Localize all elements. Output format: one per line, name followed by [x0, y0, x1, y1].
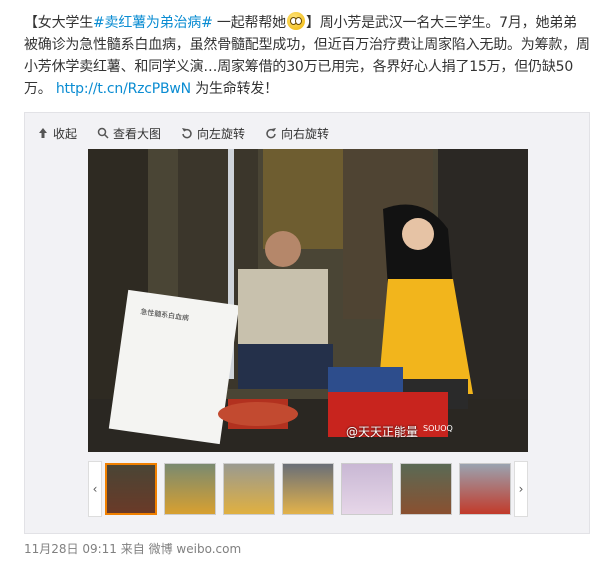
rotate-right-label: 向右旋转 — [281, 126, 330, 141]
thumbnail[interactable] — [105, 463, 157, 515]
photo-watermark: @天天正能量 — [345, 425, 418, 439]
rotate-left-button[interactable]: 向左旋转 — [181, 125, 245, 142]
main-photo[interactable]: 急性髓系白血病 SOUOQ @天天正能量 — [88, 149, 528, 452]
chevron-left-icon: ‹ — [92, 482, 98, 496]
rotate-right-button[interactable]: 向右旋转 — [265, 125, 329, 142]
source-link[interactable]: 微博 weibo.com — [149, 542, 242, 556]
thumbnail[interactable] — [400, 463, 452, 515]
thumbnail-strip: ‹ › — [88, 461, 528, 517]
rotate-left-icon — [182, 128, 192, 139]
view-large-label: 查看大图 — [113, 126, 162, 141]
collapse-label: 收起 — [53, 126, 78, 141]
street-scene-image: 急性髓系白血病 SOUOQ — [88, 149, 528, 452]
next-button[interactable]: › — [514, 461, 528, 517]
rotate-left-label: 向左旋转 — [197, 126, 246, 141]
post-date[interactable]: 11月28日 09:11 — [24, 542, 117, 556]
arrow-up-icon — [39, 128, 47, 138]
view-large-button[interactable]: 查看大图 — [97, 125, 161, 142]
rotate-right-icon — [266, 128, 277, 139]
post-title-prefix: 【女大学生 — [24, 15, 93, 31]
emoji-icon — [286, 12, 305, 30]
image-toolbar: 收起 查看大图 向左旋转 向右旋转 — [37, 123, 329, 143]
post-footer: 11月28日 09:11 来自 微博 weibo.com — [24, 540, 241, 557]
collapse-button[interactable]: 收起 — [37, 125, 77, 142]
thumbnail[interactable] — [164, 463, 216, 515]
post-title-phrase: 一起帮帮她 — [212, 15, 286, 31]
search-icon — [97, 127, 109, 139]
thumbnail[interactable] — [459, 463, 511, 515]
post-tail: 为生命转发！ — [190, 81, 278, 97]
media-box: 收起 查看大图 向左旋转 向右旋转 急性髓系白血病 SOUOQ @天天正能量 ‹… — [24, 112, 590, 534]
prev-button[interactable]: ‹ — [88, 461, 102, 517]
post-text: 【女大学生#卖红薯为弟治病# 一起帮帮她 】周小芳是武汉一名大三学生。7月，她弟弟… — [24, 12, 590, 100]
thumbnail[interactable] — [282, 463, 334, 515]
thumbnail[interactable] — [223, 463, 275, 515]
thumbnail-row — [102, 463, 514, 515]
chevron-right-icon: › — [518, 482, 524, 496]
short-url-link[interactable]: http://t.cn/RzcPBwN — [56, 81, 191, 97]
post-title-suffix: 】 — [305, 15, 320, 31]
thumbnail[interactable] — [341, 463, 393, 515]
from-label: 来自 — [120, 542, 145, 556]
svg-text:SOUOQ: SOUOQ — [423, 424, 453, 433]
hashtag-link[interactable]: #卖红薯为弟治病# — [93, 15, 213, 31]
